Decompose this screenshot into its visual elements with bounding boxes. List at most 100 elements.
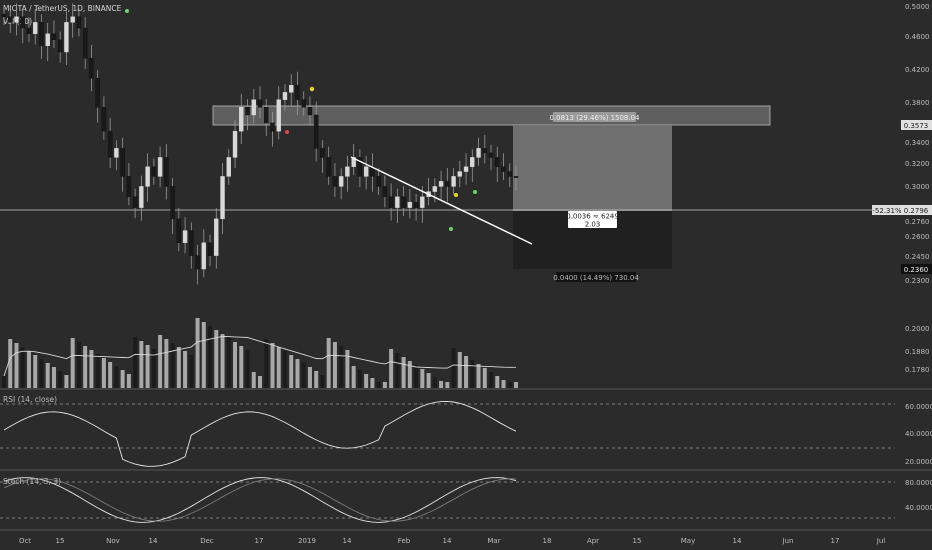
- volume-bar: [158, 335, 163, 388]
- candle-body: [470, 157, 475, 167]
- time-tick: Nov: [106, 537, 120, 545]
- candle-body: [382, 186, 388, 198]
- price-tick: 0.3200: [905, 160, 930, 168]
- volume-bar: [245, 350, 250, 388]
- candle-body: [395, 196, 400, 208]
- candle-body: [70, 16, 75, 23]
- candle-body: [170, 186, 175, 220]
- candle-body: [201, 242, 207, 270]
- candle-body: [239, 107, 244, 132]
- volume-bar: [414, 365, 419, 388]
- candle-body: [338, 176, 344, 187]
- candle-body: [126, 176, 132, 198]
- volume-bar: [120, 370, 125, 388]
- price-tick: 0.3400: [905, 139, 930, 147]
- volume-bar: [95, 354, 100, 388]
- time-tick: 14: [733, 537, 742, 545]
- candle-body: [257, 99, 263, 108]
- time-tick: 14: [443, 537, 452, 545]
- volume-bar: [45, 363, 50, 388]
- candle-body: [157, 157, 163, 177]
- candle-body: [207, 242, 213, 256]
- volume-bar: [295, 359, 300, 388]
- stop-label: 0.0400 (14.49%) 730.04: [553, 274, 639, 282]
- volume-bar: [351, 366, 356, 388]
- price-tick: 0.1880: [905, 348, 930, 356]
- candle-body: [89, 58, 94, 79]
- volume-bar: [239, 346, 244, 388]
- rsi-tick-60: 60.0000: [905, 403, 932, 411]
- candle-body: [245, 107, 250, 116]
- time-tick: Jun: [782, 537, 794, 545]
- candle-body: [220, 176, 225, 220]
- volume-bar: [76, 342, 81, 388]
- time-tick: Apr: [587, 537, 599, 545]
- candle-body: [39, 22, 44, 47]
- price-tick: 0.2300: [905, 277, 930, 285]
- volume-bar: [126, 374, 131, 388]
- candle-body: [332, 176, 338, 187]
- volume-bar: [426, 373, 431, 388]
- time-tick: 14: [149, 537, 158, 545]
- volume-bar: [208, 326, 213, 388]
- candle-body: [476, 148, 481, 158]
- volume-bar: [58, 371, 63, 388]
- volume-bar: [445, 382, 450, 388]
- time-tick: 14: [343, 537, 352, 545]
- price-tick: 0.3000: [905, 183, 930, 191]
- volume-bar: [14, 343, 19, 388]
- rsi-tick-40: 40.0000: [905, 430, 932, 438]
- candle-body: [145, 166, 150, 187]
- volume-bar: [64, 375, 69, 388]
- volume-bar: [476, 364, 481, 388]
- candle-body: [64, 22, 69, 53]
- candle-body: [270, 122, 275, 132]
- candle-body: [8, 16, 13, 23]
- time-tick: 15: [56, 537, 65, 545]
- candle-body: [345, 166, 350, 177]
- volume-bar: [420, 369, 425, 388]
- volume-bar: [489, 372, 494, 388]
- volume-bar: [189, 355, 194, 388]
- price-tick: 0.5000: [905, 3, 930, 11]
- target-price: 0.3573: [904, 122, 929, 130]
- volume-bar: [307, 367, 312, 388]
- stoch-d-line: [3, 478, 517, 522]
- price-tick: 0.4600: [905, 33, 930, 41]
- price-tick: 0.2760: [905, 218, 930, 226]
- volume-bar: [364, 374, 369, 388]
- current-price: 0.2796: [904, 207, 929, 215]
- center-label-1: 0.0036 ≈ 6249: [566, 213, 619, 221]
- time-tick: May: [681, 537, 695, 545]
- time-tick: Dec: [200, 537, 214, 545]
- candle-body: [276, 99, 281, 132]
- volume-bar: [20, 347, 25, 388]
- volume-bar: [439, 381, 444, 388]
- candle-body: [438, 181, 444, 187]
- stoch-tick-40: 40.0000: [905, 504, 932, 512]
- candle-body: [251, 99, 256, 116]
- candle-body: [507, 171, 512, 177]
- candle-body: [176, 218, 182, 244]
- target-zone[interactable]: [513, 125, 672, 211]
- volume-bar: [164, 339, 169, 388]
- candle-body: [164, 157, 169, 187]
- candle-body: [320, 148, 325, 158]
- candle-body: [189, 230, 194, 256]
- volume-bar: [382, 382, 387, 388]
- candle-body: [282, 92, 288, 100]
- volume-bar: [33, 355, 38, 388]
- candle-body: [463, 166, 469, 172]
- resistance-zone[interactable]: [212, 105, 771, 126]
- candle-body: [57, 39, 63, 53]
- candle-body: [76, 16, 82, 29]
- candle-body: [376, 176, 381, 187]
- price-tick: 0.2000: [905, 325, 930, 333]
- time-tick-labels: Oct 15 Nov 14 Dec 17 2019 14 Feb 14 Mar 18 Apr 15 May 1…: [19, 537, 885, 545]
- candle-body: [1, 13, 7, 17]
- price-tick: 0.3800: [905, 99, 930, 107]
- time-tick: 18: [543, 537, 552, 545]
- candle-body: [295, 84, 300, 100]
- chart-canvas[interactable]: 0.0813 (29.46%) 1508.04 0.0036 ≈ 6249 2.…: [0, 0, 932, 550]
- candle-body: [501, 166, 506, 172]
